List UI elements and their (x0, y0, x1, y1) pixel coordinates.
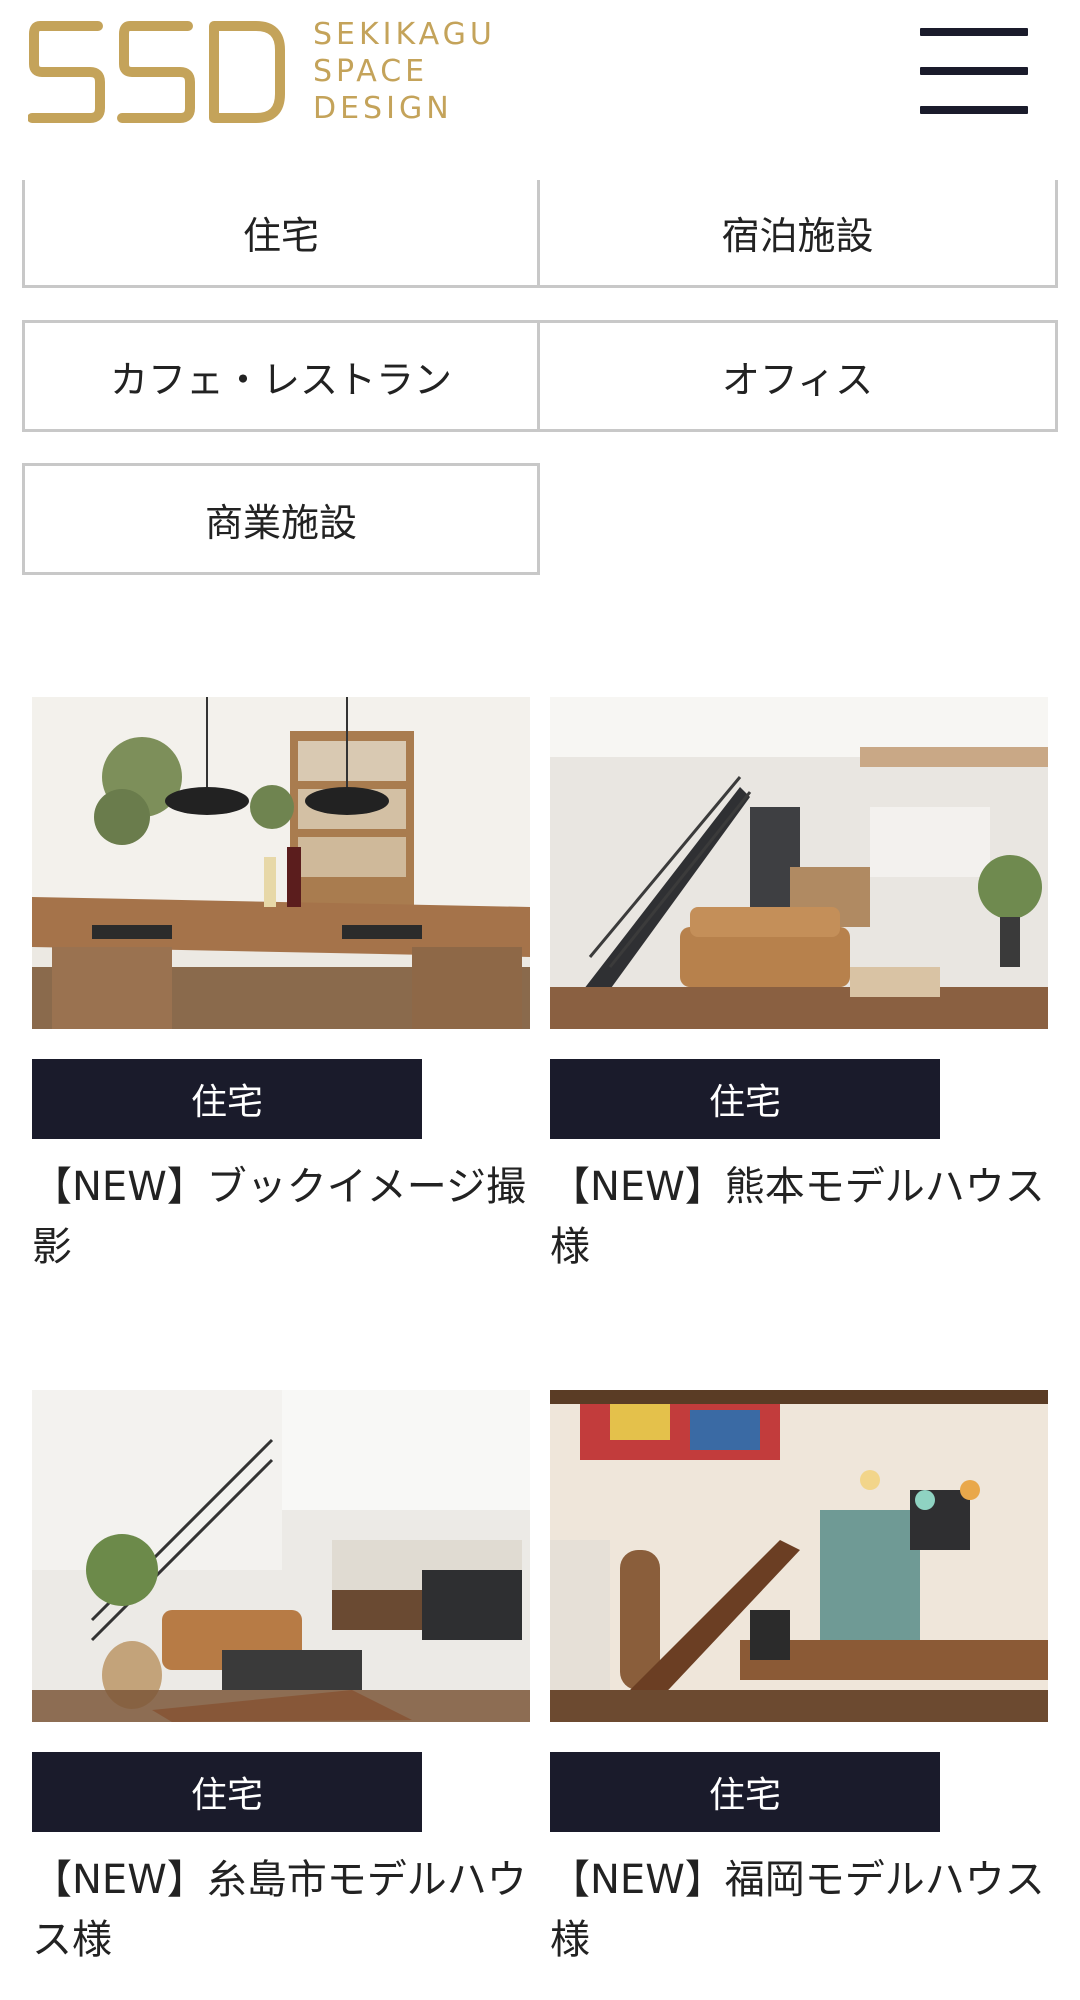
project-photo-dining-room[interactable] (32, 697, 530, 1029)
logo-wordmark: SEKIKAGU SPACE DESIGN (313, 16, 496, 127)
project-photo-living-room[interactable] (32, 1390, 530, 1722)
category-tag[interactable]: 住宅 (32, 1752, 422, 1832)
project-title[interactable]: 【NEW】ブックイメージ撮影 (32, 1157, 530, 1277)
menu-bar-middle (920, 67, 1028, 75)
site-logo[interactable]: SEKIKAGU SPACE DESIGN (28, 16, 492, 126)
category-button-lodging[interactable]: 宿泊施設 (537, 180, 1058, 288)
category-button-office[interactable]: オフィス (537, 320, 1058, 432)
category-button-commercial[interactable]: 商業施設 (22, 463, 540, 575)
project-photo-kitchen-dining[interactable] (550, 1390, 1048, 1722)
hamburger-menu-icon[interactable] (920, 28, 1028, 114)
category-button-cafe-restaurant[interactable]: カフェ・レストラン (22, 320, 540, 432)
menu-bar-top (920, 28, 1028, 36)
category-tag[interactable]: 住宅 (550, 1059, 940, 1139)
site-header: SEKIKAGU SPACE DESIGN (0, 0, 1080, 150)
category-tag[interactable]: 住宅 (32, 1059, 422, 1139)
category-tag[interactable]: 住宅 (550, 1752, 940, 1832)
project-title[interactable]: 【NEW】熊本モデルハウス様 (550, 1157, 1048, 1277)
logo-line-2: SPACE (313, 54, 429, 89)
logo-line-3: DESIGN (313, 91, 453, 126)
logo-line-1: SEKIKAGU (313, 17, 496, 52)
project-photo-living-stairs[interactable] (550, 697, 1048, 1029)
category-button-housing[interactable]: 住宅 (22, 180, 540, 288)
ssd-logo-mark (28, 21, 285, 123)
project-title[interactable]: 【NEW】福岡モデルハウス様 (550, 1850, 1048, 1970)
project-title[interactable]: 【NEW】糸島市モデルハウス様 (32, 1850, 530, 1970)
menu-bar-bottom (920, 106, 1028, 114)
